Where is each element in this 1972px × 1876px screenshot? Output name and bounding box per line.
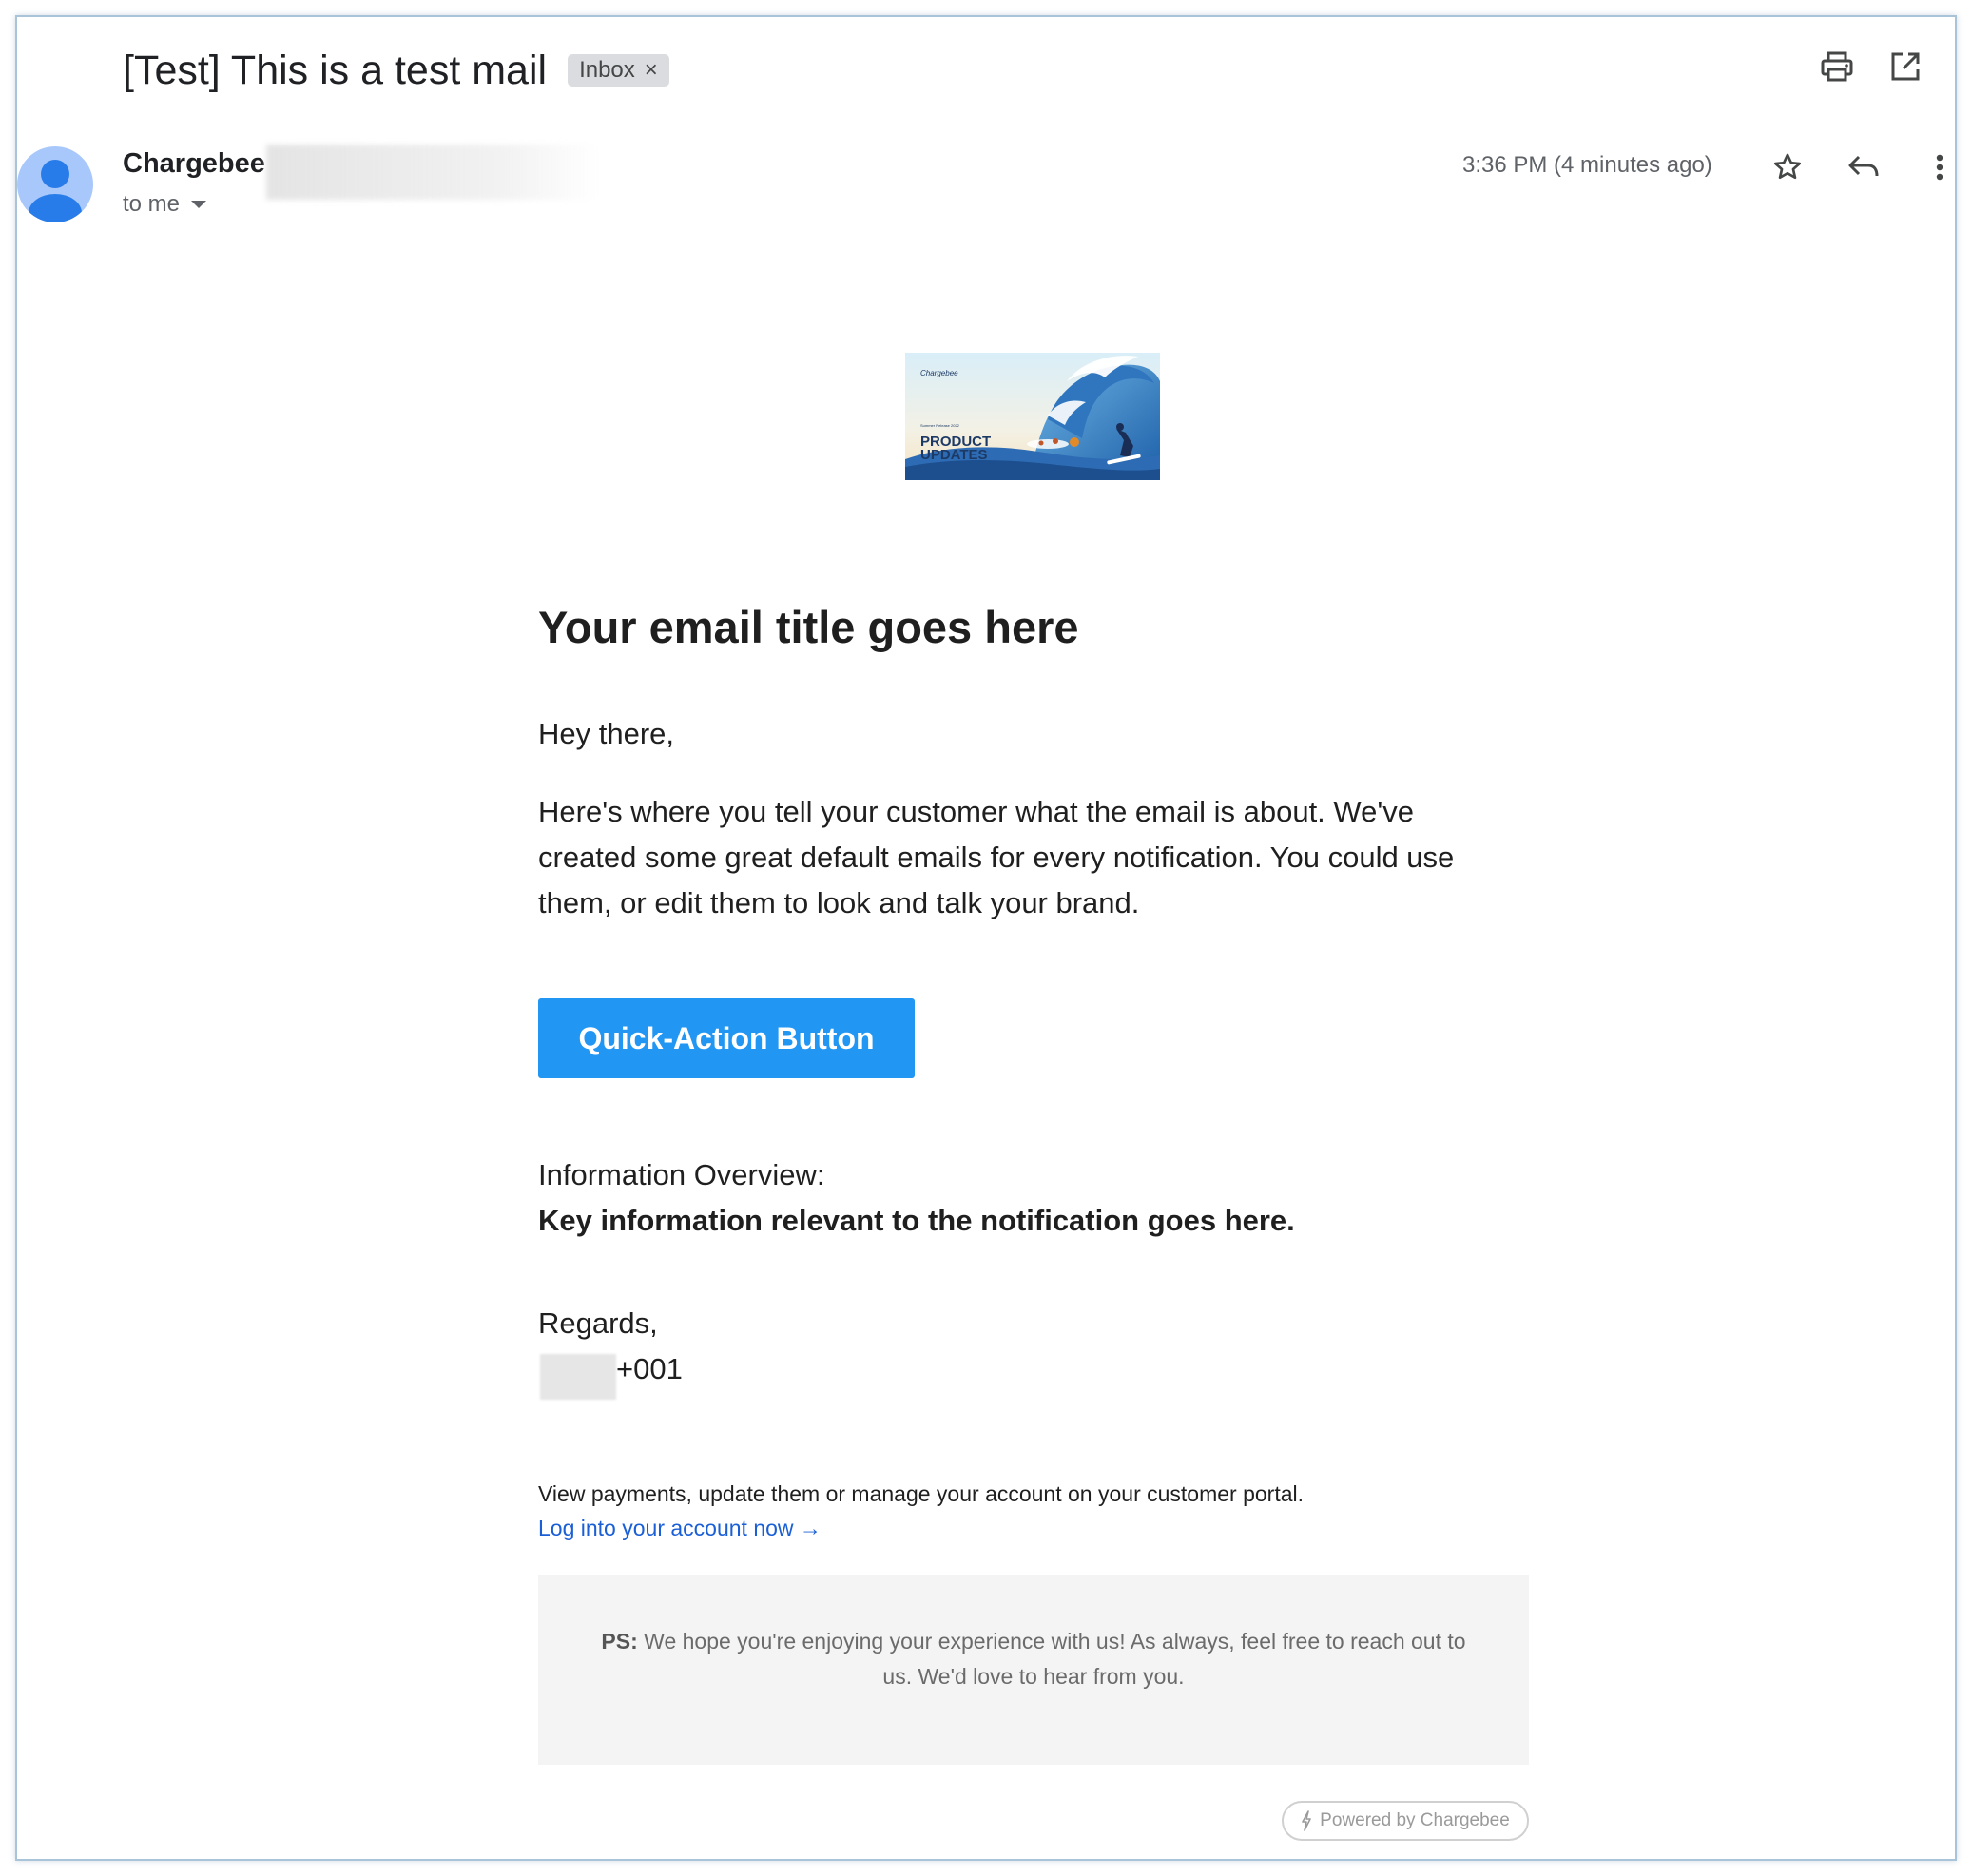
label-chip-text: Inbox (579, 57, 635, 83)
powered-by-chargebee-badge[interactable]: Powered by Chargebee (1282, 1801, 1529, 1841)
product-updates-banner: Chargebee Summer Release 2022 PRODUCT UP… (905, 353, 1160, 480)
avatar-body-shape (29, 194, 82, 222)
ps-message: PS: We hope you're enjoying your experie… (595, 1624, 1472, 1694)
ps-body: We hope you're enjoying your experience … (637, 1629, 1466, 1689)
reply-icon[interactable] (1841, 145, 1886, 190)
sender-avatar (17, 146, 93, 222)
key-information-text: Key information relevant to the notifica… (538, 1204, 1295, 1237)
star-icon[interactable] (1765, 145, 1810, 190)
recipient-text: to me (123, 191, 181, 217)
message-timestamp: 3:36 PM (4 minutes ago) (1462, 152, 1712, 178)
signature-code: +001 (616, 1352, 683, 1385)
open-in-new-window-icon[interactable] (1885, 46, 1926, 87)
paragraph-line: them, or edit them to look and talk your… (538, 886, 1140, 919)
subject-row: [Test] This is a test mail Inbox × (123, 42, 669, 99)
paragraph-line: Here's where you tell your customer what… (538, 795, 1415, 828)
redacted-signature (540, 1354, 616, 1400)
redacted-sender-email (266, 145, 599, 200)
ps-label: PS: (601, 1629, 638, 1654)
banner-small-text: Summer Release 2022 (920, 423, 960, 428)
paragraph-line: created some great default emails for ev… (538, 841, 1455, 874)
recipient-details-toggle[interactable]: to me (123, 191, 207, 218)
email-title: Your email title goes here (538, 602, 1079, 652)
regards-text: Regards, (538, 1306, 658, 1340)
powered-by-text: Powered by Chargebee (1320, 1810, 1510, 1830)
log-into-account-link[interactable]: Log into your account now → (538, 1516, 822, 1541)
avatar-head-shape (41, 160, 69, 188)
more-vertical-icon[interactable] (1917, 145, 1962, 190)
chevron-down-icon (191, 201, 207, 208)
email-window: [Test] This is a test mail Inbox × Charg… (15, 15, 1957, 1861)
remove-label-icon[interactable]: × (645, 57, 658, 84)
information-overview-label: Information Overview: (538, 1158, 825, 1191)
ps-box: PS: We hope you're enjoying your experie… (538, 1575, 1529, 1765)
print-icon[interactable] (1816, 46, 1858, 87)
lightning-bolt-icon (1302, 1810, 1311, 1831)
banner-logo-text: Chargebee (920, 369, 958, 377)
banner-title-line2: UPDATES (920, 447, 988, 463)
email-paragraph: Here's where you tell your customer what… (538, 789, 1537, 926)
sender-name[interactable]: Chargebee (123, 148, 265, 180)
email-subject: [Test] This is a test mail (123, 47, 548, 93)
customer-portal-text: View payments, update them or manage you… (538, 1481, 1305, 1506)
quick-action-button[interactable]: Quick-Action Button (538, 998, 915, 1078)
email-greeting: Hey there, (538, 717, 675, 750)
inbox-label-chip[interactable]: Inbox × (568, 54, 669, 87)
